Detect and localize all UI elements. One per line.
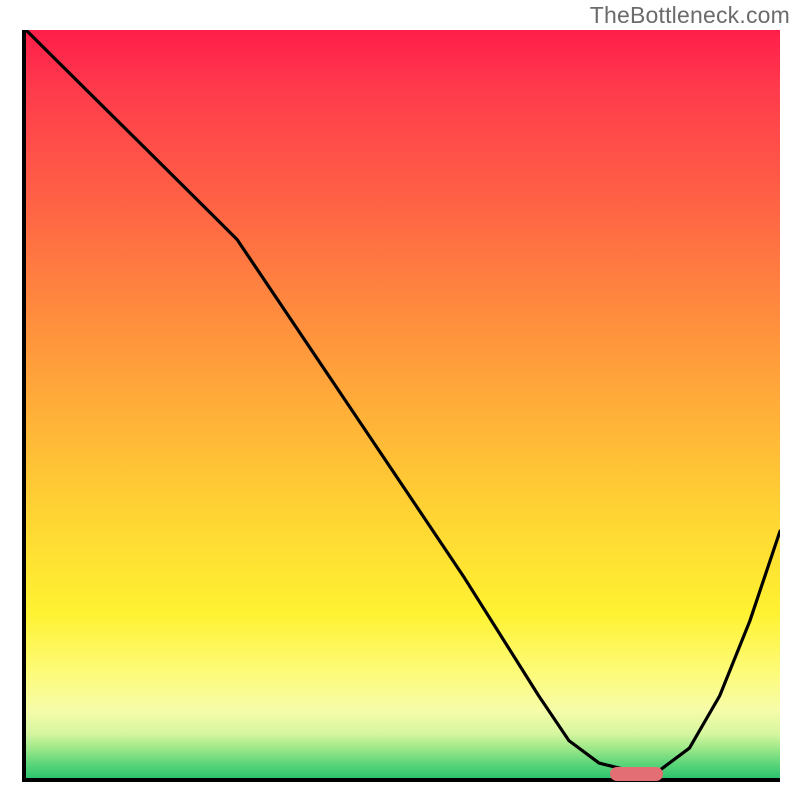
optimal-range-marker	[610, 767, 663, 781]
plot-area	[22, 30, 780, 782]
chart-container: TheBottleneck.com	[0, 0, 800, 800]
watermark-text: TheBottleneck.com	[590, 2, 790, 29]
bottleneck-curve-path	[26, 30, 780, 771]
curve-overlay	[26, 30, 780, 778]
